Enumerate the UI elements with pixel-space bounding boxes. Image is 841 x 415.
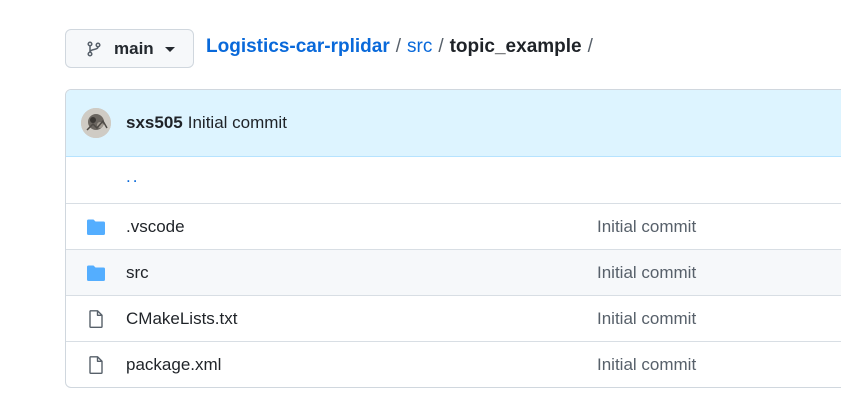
file-name[interactable]: package.xml (126, 355, 221, 375)
breadcrumb-separator: / (438, 36, 444, 57)
page: main Logistics-car-rplidar / src / topic… (0, 0, 841, 415)
breadcrumb: Logistics-car-rplidar / src / topic_exam… (206, 36, 599, 58)
file-icon (86, 356, 106, 374)
file-name[interactable]: src (126, 263, 149, 283)
branch-select-button[interactable]: main (65, 29, 194, 68)
folder-icon (86, 218, 106, 236)
parent-directory-link[interactable]: .. (126, 167, 139, 187)
branch-name: main (114, 38, 154, 58)
git-branch-icon (86, 40, 102, 57)
file-name[interactable]: CMakeLists.txt (126, 309, 237, 329)
file-commit-message[interactable]: Initial commit (597, 217, 696, 237)
commit-author[interactable]: sxs505 (126, 113, 183, 133)
table-row[interactable]: CMakeLists.txt Initial commit (66, 295, 841, 341)
folder-icon (86, 264, 106, 282)
table-row[interactable]: .vscode Initial commit (66, 203, 841, 249)
breadcrumb-current: topic_example (449, 36, 582, 57)
file-browser: sxs505 Initial commit .. .vscode Initial… (65, 89, 841, 388)
table-row[interactable]: package.xml Initial commit (66, 341, 841, 387)
file-commit-message[interactable]: Initial commit (597, 263, 696, 283)
breadcrumb-repo-link[interactable]: Logistics-car-rplidar (206, 36, 390, 58)
file-icon (86, 310, 106, 328)
chevron-down-icon (164, 47, 175, 52)
breadcrumb-separator: / (395, 36, 401, 57)
table-row[interactable]: src Initial commit (66, 249, 841, 295)
file-commit-message[interactable]: Initial commit (597, 355, 696, 375)
latest-commit-bar: sxs505 Initial commit (66, 90, 841, 157)
file-name[interactable]: .vscode (126, 217, 185, 237)
avatar[interactable] (81, 108, 111, 138)
file-commit-message[interactable]: Initial commit (597, 309, 696, 329)
breadcrumb-dir-link[interactable]: src (407, 36, 432, 58)
commit-message[interactable]: Initial commit (188, 113, 287, 133)
breadcrumb-separator: / (587, 36, 593, 57)
parent-directory-row[interactable]: .. (66, 157, 841, 203)
